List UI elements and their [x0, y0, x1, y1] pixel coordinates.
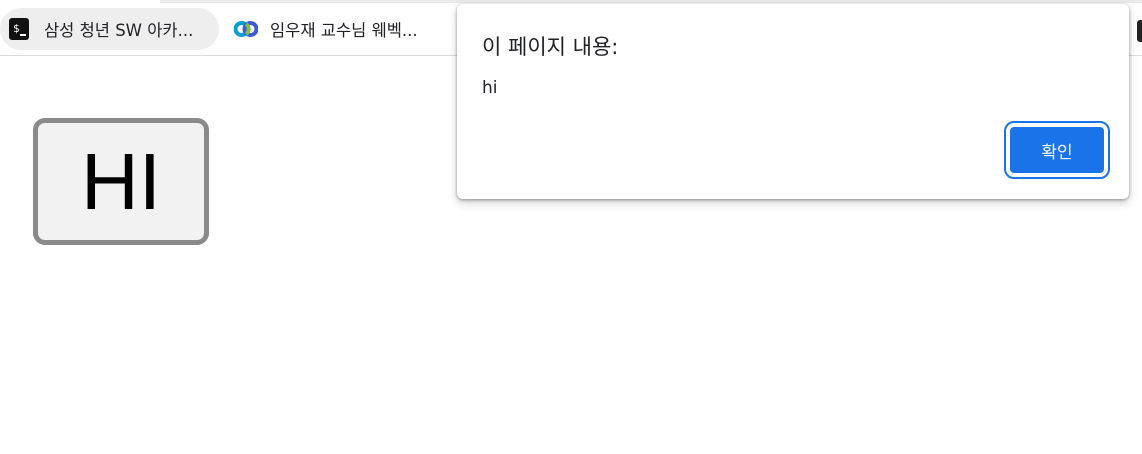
ok-button[interactable]: 확인: [1004, 121, 1110, 179]
hi-button[interactable]: HI: [33, 118, 209, 245]
toolbar-edge-icon: [1137, 20, 1142, 42]
svg-text:$: $: [13, 22, 20, 35]
alert-message: hi: [482, 78, 498, 98]
bookmark-label: 임우재 교수님 웨벡...: [270, 21, 418, 40]
bookmark-ssafy[interactable]: $ 삼성 청년 SW 아카...: [0, 8, 219, 50]
tab-strip-edge: [160, 0, 1142, 3]
webex-icon: [234, 17, 258, 41]
bookmark-label: 삼성 청년 SW 아카...: [44, 21, 194, 40]
alert-title: 이 페이지 내용:: [482, 35, 619, 59]
alert-dialog: 이 페이지 내용: hi 확인: [457, 4, 1129, 199]
terminal-dollar-icon: $: [8, 17, 32, 41]
bookmark-webex[interactable]: 임우재 교수님 웨벡...: [226, 8, 456, 50]
